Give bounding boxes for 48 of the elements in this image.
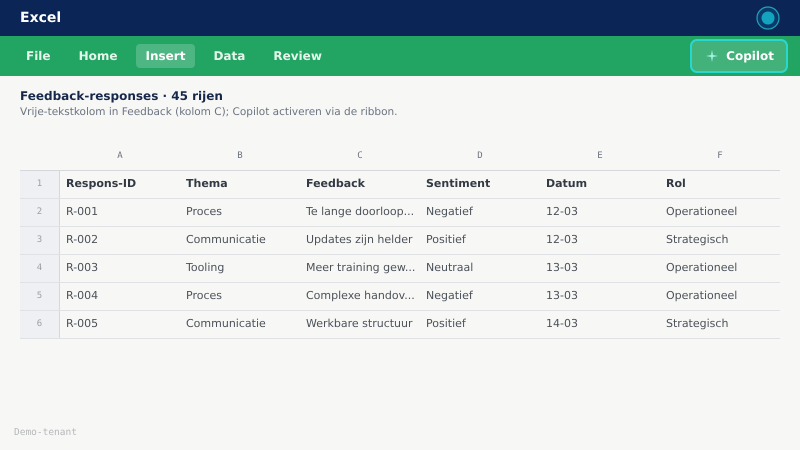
table-cell[interactable]: Communicatie [180,310,300,338]
header-cell[interactable]: Datum [540,170,660,198]
table-cell[interactable]: 12-03 [540,226,660,254]
table-cell[interactable]: Meer training gew... [300,254,420,282]
table-cell[interactable]: Negatief [420,282,540,310]
table-cell[interactable]: R-005 [60,310,180,338]
column-letter[interactable]: C [300,142,420,170]
table-cell[interactable]: Positief [420,310,540,338]
table-cell[interactable]: Positief [420,226,540,254]
sparkle-icon [706,50,718,62]
table-cell[interactable]: Tooling [180,254,300,282]
table-cell[interactable]: Proces [180,198,300,226]
table-cell[interactable]: Complexe handov... [300,282,420,310]
table-cell[interactable]: Communicatie [180,226,300,254]
table-cell[interactable]: 13-03 [540,254,660,282]
header-cell[interactable]: Thema [180,170,300,198]
app-title: Excel [20,8,62,28]
table-cell[interactable]: Strategisch [660,310,780,338]
table-cell[interactable]: Operationeel [660,254,780,282]
sheet-title: Feedback-responses · 45 rijen [20,88,224,105]
table-cell[interactable]: Operationeel [660,282,780,310]
column-letter[interactable]: D [420,142,540,170]
tenant-label: Demo-tenant [14,426,77,440]
sheet-description: Vrije-tekstkolom in Feedback (kolom C); Copilot activeren via de ribbon. [20,105,398,120]
table-cell[interactable]: Updates zijn helder [300,226,420,254]
table-cell[interactable]: Neutraal [420,254,540,282]
header-cell[interactable]: Sentiment [420,170,540,198]
header-cell[interactable]: Feedback [300,170,420,198]
table-cell[interactable]: Werkbare structuur [300,310,420,338]
table-cell[interactable]: Te lange doorloop... [300,198,420,226]
table-cell[interactable]: Proces [180,282,300,310]
column-letter[interactable]: F [660,142,780,170]
table-cell[interactable]: 12-03 [540,198,660,226]
table-cell[interactable]: Operationeel [660,198,780,226]
table-cell[interactable]: 14-03 [540,310,660,338]
table-cell[interactable]: R-003 [60,254,180,282]
header-cell[interactable]: Respons-ID [60,170,180,198]
column-letter[interactable]: E [540,142,660,170]
table-cell[interactable]: Negatief [420,198,540,226]
status-icon[interactable] [756,6,780,30]
table-cell[interactable]: 13-03 [540,282,660,310]
column-letter[interactable]: B [180,142,300,170]
column-letter[interactable]: A [60,142,180,170]
table-cell[interactable]: R-001 [60,198,180,226]
table-cell[interactable]: R-004 [60,282,180,310]
header-cell[interactable]: Rol [660,170,780,198]
table-cell[interactable]: R-002 [60,226,180,254]
table-cell[interactable]: Strategisch [660,226,780,254]
